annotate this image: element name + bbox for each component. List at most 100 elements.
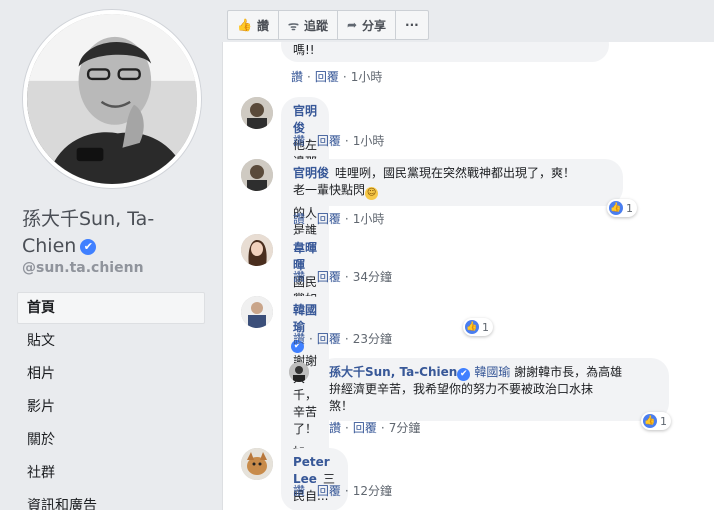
comment-actions: 讚 · 回覆 · 1小時 <box>293 210 384 227</box>
thumbs-up-icon: 👍 <box>237 18 252 32</box>
nav-item-community[interactable]: 社群 <box>17 457 205 489</box>
more-options-button[interactable]: ··· <box>396 11 428 39</box>
like-reaction-icon: 👍 <box>465 320 479 334</box>
rss-icon: ᯤ <box>287 18 299 33</box>
reply-text-line-2: 拚經濟更辛苦，我希望你的努力不要被政治口水抹 <box>329 382 594 396</box>
comment-time[interactable]: 23分鐘 <box>353 332 392 346</box>
reaction-count[interactable]: 👍 1 <box>607 199 637 217</box>
comment-like-link[interactable]: 讚 <box>293 332 305 346</box>
like-page-label: 讚 <box>256 18 269 33</box>
reply-author[interactable]: 孫大千Sun, Ta-Chien <box>329 365 457 379</box>
follow-page-button[interactable]: ᯤ 追蹤 <box>279 11 338 39</box>
commenter-avatar[interactable] <box>241 448 273 480</box>
separator-dot: · <box>344 270 349 284</box>
page-profile-photo[interactable] <box>23 10 201 188</box>
nav-item-info-and-ads[interactable]: 資訊和廣告 <box>17 490 205 510</box>
comment-author[interactable]: 官明俊 <box>293 104 317 135</box>
commenter-avatar-image <box>241 159 273 191</box>
comment-time[interactable]: 1小時 <box>351 70 383 84</box>
separator-dot: · <box>344 332 349 346</box>
separator-dot: · <box>309 134 313 148</box>
comment-reply-link[interactable]: 回覆 <box>315 70 339 84</box>
comment-actions: 讚 · 回覆 · 12分鐘 <box>293 482 392 499</box>
comment-bubble: 嗎!! <box>281 42 609 62</box>
comment-time[interactable]: 1小時 <box>353 134 385 148</box>
separator-dot: · <box>344 212 349 226</box>
comment-actions: 讚 · 回覆 · 34分鐘 <box>293 268 392 285</box>
comment-text-line-2: 老一輩快點閃 <box>293 183 366 197</box>
nav-item-posts[interactable]: 貼文 <box>17 325 205 357</box>
commenter-avatar-image <box>241 448 273 480</box>
replier-avatar-image <box>289 362 309 382</box>
verified-badge-icon: ✔ <box>457 368 471 381</box>
reply-time[interactable]: 7分鐘 <box>389 421 421 435</box>
comment-like-link[interactable]: 讚 <box>293 270 305 284</box>
reply-text: 謝謝韓市長，為高雄 <box>514 365 623 379</box>
reply-reply-link[interactable]: 回覆 <box>353 421 377 435</box>
commenter-avatar[interactable] <box>241 296 273 328</box>
comment-reply-link[interactable]: 回覆 <box>317 270 341 284</box>
separator-dot: · <box>345 421 349 435</box>
comment-actions: 讚 · 回覆 · 23分鐘 <box>293 330 392 347</box>
verified-badge-icon: ✔ <box>80 239 97 255</box>
more-dots-icon: ··· <box>405 18 419 32</box>
separator-dot: · <box>307 70 311 84</box>
grinning-face-emoji-icon: ☺ <box>365 187 379 200</box>
page-username[interactable]: @sun.ta.chienn <box>22 260 144 276</box>
follow-page-label: 追蹤 <box>303 18 328 33</box>
reaction-number: 1 <box>626 201 633 215</box>
separator-dot: · <box>309 270 313 284</box>
nav-item-photos[interactable]: 相片 <box>17 358 205 390</box>
nav-item-home[interactable]: 首頁 <box>17 292 205 324</box>
comment-time[interactable]: 1小時 <box>353 212 385 226</box>
comment-text: 嗎!! <box>293 43 315 57</box>
comment-actions: 讚 · 回覆 · 1小時 <box>293 132 384 149</box>
main-column: 👍讚 ᯤ追蹤 ➦分享 ··· 嗎!! 讚·回覆·1小時 官明俊他左邊那個歪嘴巴的… <box>214 0 714 510</box>
nav-item-about[interactable]: 關於 <box>17 424 205 456</box>
comment-time[interactable]: 34分鐘 <box>353 270 392 284</box>
comment-text: 哇哩咧，國民黨現在突然戰神都出現了，爽！ <box>335 166 576 180</box>
separator-dot: · <box>344 484 349 498</box>
separator-dot: · <box>344 134 349 148</box>
comment-reply-link[interactable]: 回覆 <box>317 134 341 148</box>
reaction-count[interactable]: 👍 1 <box>463 318 493 336</box>
reply-text-line-3: 煞！ <box>329 399 354 413</box>
commenter-avatar[interactable] <box>241 97 273 129</box>
comment-actions: 讚 · 回覆 · 1小時 <box>291 68 382 85</box>
page-nav: 首頁 貼文 相片 影片 關於 社群 資訊和廣告 <box>17 292 205 510</box>
nav-item-videos[interactable]: 影片 <box>17 391 205 423</box>
commenter-avatar-image <box>241 234 273 266</box>
mention-link[interactable]: 韓國瑜 <box>474 365 510 379</box>
share-page-button[interactable]: ➦ 分享 <box>338 11 397 39</box>
comment-like-link[interactable]: 讚 <box>293 484 305 498</box>
reply-bubble: 孫大千Sun, Ta-Chien ✔ 韓國瑜 謝謝韓市長，為高雄 拚經濟更辛苦，我希… <box>317 358 669 421</box>
comment-bubble: 官明俊 哇哩咧，國民黨現在突然戰神都出現了，爽！ 老一輩快點閃 ☺ <box>281 159 623 206</box>
separator-dot: · <box>342 70 347 84</box>
comment-bubble: Peter Lee 三民自... <box>281 448 348 510</box>
comment-author[interactable]: 官明俊 <box>293 166 329 180</box>
reply-actions: 讚 · 回覆 · 7分鐘 <box>329 419 420 436</box>
comment-like-link[interactable]: 讚 <box>293 212 305 226</box>
share-page-label: 分享 <box>362 18 387 33</box>
comment-like-link[interactable]: 讚 <box>293 134 305 148</box>
replier-avatar[interactable] <box>289 362 309 382</box>
reply-like-link[interactable]: 讚 <box>329 421 341 435</box>
comment-reply-link[interactable]: 回覆 <box>317 332 341 346</box>
comment-time[interactable]: 12分鐘 <box>353 484 392 498</box>
commenter-avatar[interactable] <box>241 234 273 266</box>
commenter-avatar[interactable] <box>241 159 273 191</box>
page-action-toolbar: 👍 讚 ᯤ 追蹤 ➦ 分享 ··· <box>227 10 429 40</box>
reaction-count[interactable]: 👍 1 <box>641 412 671 430</box>
page-title: 孫大千Sun, Ta-Chien ✔ <box>22 206 202 260</box>
comment-reply-link[interactable]: 回覆 <box>317 212 341 226</box>
comment-like-link[interactable]: 讚 <box>291 70 303 84</box>
reaction-number: 1 <box>482 320 489 334</box>
separator-dot: · <box>380 421 385 435</box>
separator-dot: · <box>309 484 313 498</box>
page-sidebar: 孫大千Sun, Ta-Chien ✔ @sun.ta.chienn 首頁 貼文 相… <box>0 0 214 510</box>
profile-photo-illustration <box>27 14 197 184</box>
separator-dot: · <box>309 212 313 226</box>
reaction-number: 1 <box>660 414 667 428</box>
like-page-button[interactable]: 👍 讚 <box>228 11 279 39</box>
comment-reply-link[interactable]: 回覆 <box>317 484 341 498</box>
